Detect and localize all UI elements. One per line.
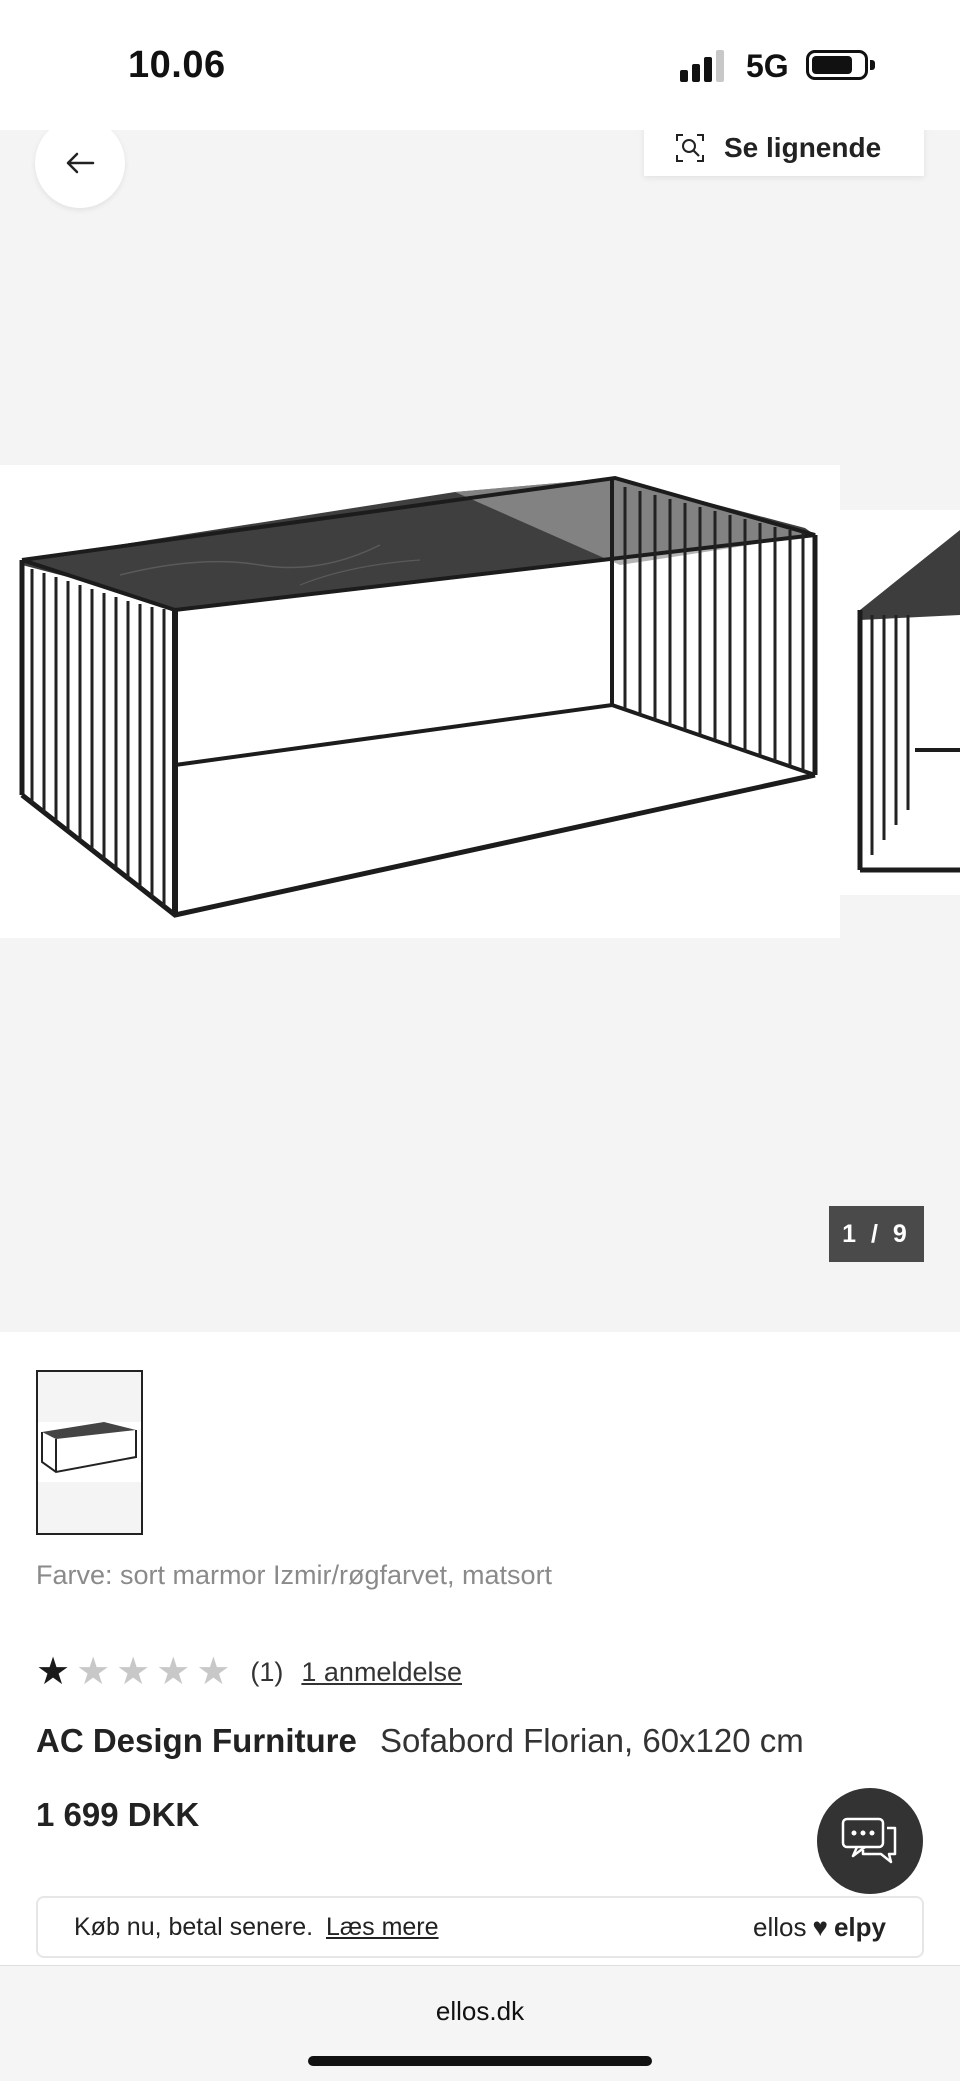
image-thumbnail[interactable] <box>36 1370 143 1535</box>
star-empty-icon: ★ <box>76 1651 111 1693</box>
product-price: 1 699 DKK <box>36 1796 200 1833</box>
next-product-image[interactable] <box>840 510 960 895</box>
product-title: AC Design Furniture Sofabord Florian, 60… <box>36 1722 804 1760</box>
image-counter: 1 / 9 <box>829 1206 924 1262</box>
review-count: (1) <box>250 1656 284 1687</box>
status-bar: 10.06 5G <box>0 0 960 130</box>
buy-now-pay-later-banner: Køb nu, betal senere. Læs mere ellos ♥ e… <box>36 1896 924 1958</box>
visual-search-icon <box>676 134 704 162</box>
coffee-table-side-image <box>857 530 960 873</box>
ellos-logo-text: ellos <box>753 1911 807 1942</box>
browser-address-bar[interactable]: ellos.dk <box>0 1965 960 2081</box>
brand-name[interactable]: AC Design Furniture <box>36 1722 357 1759</box>
chat-button[interactable] <box>817 1788 923 1894</box>
url-text[interactable]: ellos.dk <box>0 1996 960 2027</box>
see-similar-button[interactable]: Se lignende <box>644 130 924 176</box>
read-more-link[interactable]: Læs mere <box>326 1913 439 1941</box>
chat-icon <box>841 1817 897 1864</box>
star-empty-icon: ★ <box>156 1651 191 1693</box>
product-gallery[interactable]: Se lignende 1 / 9 <box>0 130 960 1332</box>
bnpl-text: Køb nu, betal senere. <box>74 1912 314 1941</box>
heart-icon: ♥ <box>812 1911 828 1942</box>
product-name: Sofabord Florian, 60x120 cm <box>380 1722 804 1759</box>
home-indicator <box>308 2056 652 2066</box>
reviews-link[interactable]: 1 anmeldelse <box>301 1657 462 1688</box>
battery-cap <box>870 60 875 70</box>
elpy-logo-text: elpy <box>833 1911 886 1942</box>
network-label: 5G <box>746 48 789 84</box>
product-image[interactable] <box>0 465 840 938</box>
coffee-table-thumbnail <box>38 1422 141 1482</box>
status-time: 10.06 <box>128 44 226 86</box>
back-button[interactable] <box>35 130 125 208</box>
coffee-table-image <box>19 475 818 918</box>
battery-icon <box>806 50 868 80</box>
star-filled-icon: ★ <box>36 1651 71 1693</box>
star-empty-icon: ★ <box>116 1651 151 1693</box>
star-empty-icon: ★ <box>196 1651 231 1693</box>
ellos-elpy-logo: ellos ♥ elpy <box>753 1912 886 1943</box>
color-label: Farve: sort marmor Izmir/røgfarvet, mats… <box>36 1560 553 1590</box>
bnpl-text-group: Køb nu, betal senere. Læs mere <box>74 1913 439 1942</box>
signal-icon <box>680 50 730 82</box>
arrow-left-icon <box>66 152 95 174</box>
see-similar-label: Se lignende <box>724 132 882 163</box>
rating-row[interactable]: ★ ★ ★ ★ ★ (1) 1 anmeldelse <box>36 1652 462 1692</box>
